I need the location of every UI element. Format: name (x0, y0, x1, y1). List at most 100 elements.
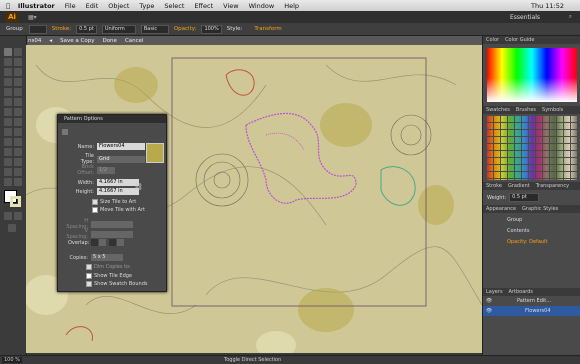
tab-color-guide[interactable]: Color Guide (505, 37, 534, 43)
artboard-tool-icon[interactable] (4, 168, 12, 176)
tab-transparency[interactable]: Transparency (536, 183, 569, 189)
screen-mode-icon[interactable] (8, 224, 16, 232)
overlap-left-icon[interactable] (91, 239, 98, 246)
layer-row[interactable]: 👁 Flowers04 (483, 306, 580, 316)
free-transform-tool-icon[interactable] (14, 118, 22, 126)
tab-appearance[interactable]: Appearance (486, 206, 516, 212)
done-button[interactable]: Done (102, 38, 116, 44)
menu-object[interactable]: Object (108, 2, 129, 10)
back-arrow-icon[interactable]: ◂ (49, 38, 52, 44)
perspective-tool-icon[interactable] (14, 128, 22, 136)
height-field[interactable]: 4.1667 in (97, 188, 139, 195)
type-tool-icon[interactable] (14, 68, 22, 76)
layer-name[interactable]: Pattern Edit... (495, 296, 551, 306)
tab-artboards[interactable]: Artboards (509, 289, 533, 295)
swatch-grid[interactable] (487, 116, 577, 180)
shape-builder-tool-icon[interactable] (4, 128, 12, 136)
menu-select[interactable]: Select (164, 2, 184, 10)
stroke-swatch-icon[interactable] (10, 196, 21, 207)
rotate-tool-icon[interactable] (4, 108, 12, 116)
v-spacing-field[interactable] (91, 230, 133, 238)
symbol-sprayer-tool-icon[interactable] (4, 158, 12, 166)
apple-icon[interactable]:  (6, 2, 10, 10)
tab-swatches[interactable]: Swatches (486, 107, 510, 113)
tab-graphic-styles[interactable]: Graphic Styles (522, 206, 558, 212)
direct-selection-tool-icon[interactable] (14, 48, 22, 56)
show-swatch-bounds-checkbox[interactable] (86, 281, 92, 287)
overlap-bottom-icon[interactable] (117, 239, 124, 246)
eye-icon[interactable]: 👁 (483, 306, 495, 316)
lasso-tool-icon[interactable] (14, 58, 22, 66)
fill-swatch[interactable] (28, 24, 47, 34)
copies-select[interactable]: 5 x 5 (91, 254, 123, 261)
search-icon[interactable]: ⌕ (569, 13, 572, 21)
menu-type[interactable]: Type (139, 2, 154, 10)
overlap-top-icon[interactable] (109, 239, 116, 246)
menu-view[interactable]: View (223, 2, 238, 10)
menu-help[interactable]: Help (284, 2, 299, 10)
paintbrush-tool-icon[interactable] (4, 88, 12, 96)
appearance-group[interactable]: Group (487, 215, 577, 226)
size-tile-checkbox[interactable] (92, 199, 98, 205)
weight-field[interactable]: 0.5 pt (509, 193, 540, 202)
pencil-tool-icon[interactable] (14, 88, 22, 96)
layer-name[interactable]: Flowers04 (495, 306, 551, 316)
zoom-tool-icon[interactable] (14, 178, 22, 186)
menu-app[interactable]: Illustrator (18, 2, 55, 10)
tab-layers[interactable]: Layers (486, 289, 503, 295)
tab-color[interactable]: Color (486, 37, 499, 43)
menu-file[interactable]: File (65, 2, 76, 10)
width-field[interactable]: 4.1667 in (97, 179, 139, 186)
color-mode-icon[interactable] (4, 212, 12, 220)
eyedropper-tool-icon[interactable] (4, 148, 12, 156)
graph-tool-icon[interactable] (14, 158, 22, 166)
name-field[interactable]: Flowers04 (97, 143, 145, 150)
pattern-options-title[interactable]: Pattern Options (58, 115, 166, 123)
selection-tool-icon[interactable] (4, 48, 12, 56)
link-proportions-icon[interactable]: ⛓ (134, 183, 143, 191)
brush-select[interactable]: Basic (140, 24, 169, 34)
arrange-icon[interactable]: ▦▾ (28, 14, 37, 21)
profile-select[interactable]: Uniform (101, 24, 136, 34)
tab-gradient[interactable]: Gradient (508, 183, 530, 189)
blob-brush-tool-icon[interactable] (4, 98, 12, 106)
brick-offset-field[interactable]: 1/2 (97, 166, 115, 174)
h-spacing-field[interactable] (91, 220, 133, 228)
tab-symbols[interactable]: Symbols (542, 107, 563, 113)
scale-tool-icon[interactable] (14, 108, 22, 116)
transform-link[interactable]: Transform (254, 26, 281, 32)
menu-effect[interactable]: Effect (194, 2, 213, 10)
hand-tool-icon[interactable] (4, 178, 12, 186)
opacity-field[interactable]: 100% (201, 24, 222, 34)
save-copy-button[interactable]: Save a Copy (60, 38, 94, 44)
tab-brushes[interactable]: Brushes (516, 107, 536, 113)
document-tab[interactable]: ns04 (28, 38, 41, 44)
blend-tool-icon[interactable] (14, 148, 22, 156)
stroke-label[interactable]: Stroke: (52, 26, 71, 32)
tile-type-select[interactable]: Grid (97, 155, 145, 163)
tab-stroke[interactable]: Stroke (486, 183, 502, 189)
mesh-tool-icon[interactable] (4, 138, 12, 146)
cancel-button[interactable]: Cancel (125, 38, 144, 44)
draw-mode-icon[interactable] (14, 212, 22, 220)
gradient-tool-icon[interactable] (14, 138, 22, 146)
move-tile-checkbox[interactable] (92, 207, 98, 213)
eraser-tool-icon[interactable] (14, 98, 22, 106)
eye-icon[interactable]: 👁 (483, 296, 495, 306)
opacity-label[interactable]: Opacity: (174, 26, 197, 32)
pattern-tile-tool-icon[interactable] (62, 129, 68, 135)
show-tile-edge-checkbox[interactable] (86, 273, 92, 279)
width-tool-icon[interactable] (4, 118, 12, 126)
stroke-weight-field[interactable]: 0.5 pt (76, 24, 97, 34)
menu-edit[interactable]: Edit (86, 2, 99, 10)
pen-tool-icon[interactable] (4, 68, 12, 76)
zoom-field[interactable]: 100 % (2, 357, 22, 363)
line-tool-icon[interactable] (4, 78, 12, 86)
menu-window[interactable]: Window (249, 2, 275, 10)
overlap-right-icon[interactable] (99, 239, 106, 246)
appearance-opacity[interactable]: Opacity: Default (487, 237, 577, 248)
dim-copies-checkbox[interactable] (86, 264, 92, 270)
color-spectrum[interactable] (487, 48, 577, 102)
rectangle-tool-icon[interactable] (14, 78, 22, 86)
appearance-contents[interactable]: Contents (487, 226, 577, 237)
